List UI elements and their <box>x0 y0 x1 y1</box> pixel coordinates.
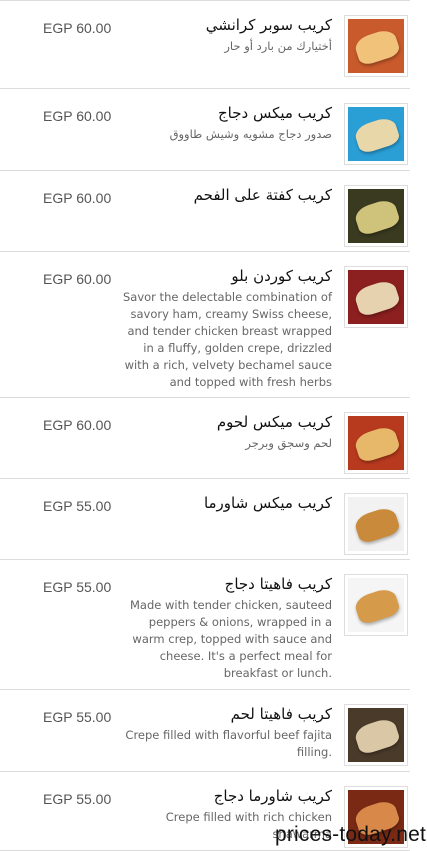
crepe-shape <box>352 586 402 626</box>
item-title[interactable]: كريب شاورما دجاج <box>117 785 332 807</box>
crepe-shape <box>352 505 402 545</box>
crepe-shape <box>352 197 402 237</box>
item-thumbnail[interactable] <box>344 412 408 474</box>
item-thumbnail[interactable] <box>344 704 408 766</box>
item-price: EGP 55.00 <box>43 498 112 514</box>
food-photo <box>348 578 404 632</box>
crepe-shape <box>352 424 402 464</box>
item-title[interactable]: كريب فاهيتا دجاج <box>117 573 332 595</box>
menu-list: EGP 60.00 كريب سوبر كرانشي أختيارك من بارد… <box>0 0 427 851</box>
item-thumbnail[interactable] <box>344 266 408 328</box>
menu-item[interactable]: EGP 55.00 كريب فاهيتا دجاج Made with tende… <box>0 560 410 690</box>
item-text: كريب ميكس لحوم لحم وسجق وبرجر <box>117 411 332 452</box>
item-text: كريب فاهيتا لحم Crepe filled with flavorf… <box>117 703 332 761</box>
crepe-shape <box>352 27 402 67</box>
item-title[interactable]: كريب سوبر كرانشي <box>117 14 332 36</box>
item-title[interactable]: كريب فاهيتا لحم <box>117 703 332 725</box>
watermark: prices-today.net <box>274 823 426 846</box>
item-thumbnail[interactable] <box>344 103 408 165</box>
item-title[interactable]: كريب ميكس شاورما <box>117 492 332 514</box>
item-title[interactable]: كريب ميكس دجاج <box>117 102 332 124</box>
item-price: EGP 55.00 <box>43 709 112 725</box>
menu-item[interactable]: EGP 55.00 كريب فاهيتا لحم Crepe filled wit… <box>0 690 410 772</box>
item-title[interactable]: كريب كوردن بلو <box>117 265 332 287</box>
crepe-shape <box>352 278 402 318</box>
item-thumbnail[interactable] <box>344 493 408 555</box>
item-price: EGP 60.00 <box>43 20 112 36</box>
menu-item[interactable]: EGP 60.00 كريب ميكس دجاج صدور دجاج مشويه و… <box>0 89 410 171</box>
food-photo <box>348 708 404 762</box>
menu-item[interactable]: EGP 55.00 كريب ميكس شاورما <box>0 479 410 560</box>
item-description: Savor the delectable combination of savo… <box>122 290 332 389</box>
item-price: EGP 60.00 <box>43 417 112 433</box>
item-price: EGP 55.00 <box>43 579 112 595</box>
item-text: كريب كوردن بلو Savor the delectable combi… <box>117 265 332 391</box>
item-thumbnail[interactable] <box>344 185 408 247</box>
item-text: كريب ميكس شاورما <box>117 492 332 514</box>
item-thumbnail[interactable] <box>344 574 408 636</box>
menu-item[interactable]: EGP 60.00 كريب ميكس لحوم لحم وسجق وبرجر <box>0 398 410 479</box>
item-description: Crepe filled with flavorful beef fajita … <box>125 728 332 759</box>
crepe-shape <box>352 716 402 756</box>
food-photo <box>348 107 404 161</box>
item-title[interactable]: كريب كفتة على الفحم <box>117 184 332 206</box>
food-photo <box>348 270 404 324</box>
menu-item[interactable]: EGP 60.00 كريب كوردن بلو Savor the delecta… <box>0 252 410 398</box>
menu-item[interactable]: EGP 60.00 كريب كفتة على الفحم <box>0 171 410 252</box>
crepe-shape <box>352 115 402 155</box>
item-text: كريب فاهيتا دجاج Made with tender chicken… <box>117 573 332 682</box>
item-text: كريب سوبر كرانشي أختيارك من بارد أو حار <box>117 14 332 55</box>
item-price: EGP 60.00 <box>43 108 112 124</box>
item-description: Made with tender chicken, sauteed pepper… <box>129 598 332 680</box>
menu-item[interactable]: EGP 60.00 كريب سوبر كرانشي أختيارك من بارد… <box>0 0 410 89</box>
food-photo <box>348 497 404 551</box>
item-description: صدور دجاج مشويه وشيش طاووق <box>169 127 332 141</box>
item-price: EGP 60.00 <box>43 271 112 287</box>
food-photo <box>348 19 404 73</box>
item-text: كريب كفتة على الفحم <box>117 184 332 206</box>
food-photo <box>348 189 404 243</box>
item-text: كريب ميكس دجاج صدور دجاج مشويه وشيش طاووق <box>117 102 332 143</box>
food-photo <box>348 416 404 470</box>
item-price: EGP 55.00 <box>43 791 112 807</box>
item-title[interactable]: كريب ميكس لحوم <box>117 411 332 433</box>
item-description: لحم وسجق وبرجر <box>245 436 332 450</box>
item-price: EGP 60.00 <box>43 190 112 206</box>
item-thumbnail[interactable] <box>344 15 408 77</box>
item-description: أختيارك من بارد أو حار <box>224 39 332 53</box>
